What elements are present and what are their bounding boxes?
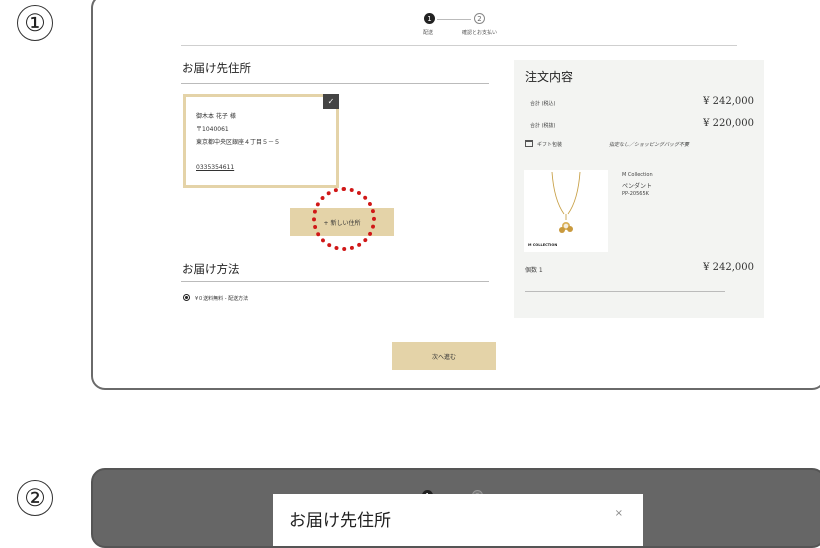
close-icon[interactable]: × xyxy=(615,508,623,519)
order-summary-heading: 注文内容 xyxy=(525,70,574,84)
gift-icon xyxy=(525,140,533,147)
modal-title: お届け先住所 xyxy=(289,511,391,531)
product-brand: M Collection xyxy=(622,172,653,178)
header-divider xyxy=(181,45,737,46)
quantity-label: 個数 1 xyxy=(525,267,543,274)
checkout-stepper: 1 2 配送 確認とお支払い xyxy=(93,4,820,44)
step-2-indicator: 2 xyxy=(474,13,485,24)
selected-address-card[interactable]: ✓ 御木本 花子 様 〒1040061 東京都中央区銀座４丁目５－５ 03353… xyxy=(183,94,339,188)
product-code: PP-20565K xyxy=(622,191,649,197)
total-incl-tax-label: 合計 (税込) xyxy=(530,101,556,107)
gift-wrap-value: 指定なし／ショッピングバッグ不要 xyxy=(609,142,690,148)
address-divider xyxy=(181,83,489,84)
gift-wrap-label: ギフト包装 xyxy=(537,142,563,148)
step-marker-2: ② xyxy=(17,480,53,516)
highlight-circle xyxy=(312,187,376,251)
total-excl-tax-value: ¥ 220,000 xyxy=(703,118,754,129)
delivery-divider xyxy=(181,281,489,282)
step-2-label: 確認とお支払い xyxy=(462,30,498,36)
recipient-name: 御木本 花子 様 xyxy=(196,113,236,120)
checkout-screen-1: 1 2 配送 確認とお支払い お届け先住所 ✓ 御木本 花子 様 〒104006… xyxy=(91,0,820,390)
step-marker-1: ① xyxy=(17,5,53,41)
delivery-method-heading: お届け方法 xyxy=(182,262,240,276)
product-name: ペンダント xyxy=(622,183,653,190)
product-image: M COLLECTION xyxy=(524,170,608,252)
brand-logo-text: M COLLECTION xyxy=(528,243,558,247)
checkout-screen-2: 1 2 お届け先住所 × xyxy=(91,468,820,548)
shipping-address-heading: お届け先住所 xyxy=(182,61,251,75)
phone-number: 0335354611 xyxy=(196,164,235,171)
delivery-radio-selected[interactable] xyxy=(183,294,190,301)
step-1-indicator: 1 xyxy=(424,13,435,24)
total-incl-tax-value: ¥ 242,000 xyxy=(703,96,754,107)
total-excl-tax-label: 合計 (税抜) xyxy=(530,123,556,129)
step-connector xyxy=(437,19,471,20)
step-1-label: 配送 xyxy=(423,30,434,36)
pendant-icon xyxy=(551,171,581,233)
next-step-button[interactable]: 次へ進む xyxy=(392,342,496,370)
checkmark-icon: ✓ xyxy=(323,94,339,109)
order-summary-panel: 注文内容 合計 (税込) ¥ 242,000 合計 (税抜) ¥ 220,000… xyxy=(514,60,764,318)
street-address: 東京都中央区銀座４丁目５－５ xyxy=(196,139,281,146)
delivery-option-label: ¥０送料無料 - 配送方法 xyxy=(195,296,249,302)
postal-code: 〒1040061 xyxy=(196,126,229,133)
summary-divider xyxy=(525,291,725,292)
quantity-price: ¥ 242,000 xyxy=(703,262,754,273)
address-modal: お届け先住所 × xyxy=(273,494,643,546)
